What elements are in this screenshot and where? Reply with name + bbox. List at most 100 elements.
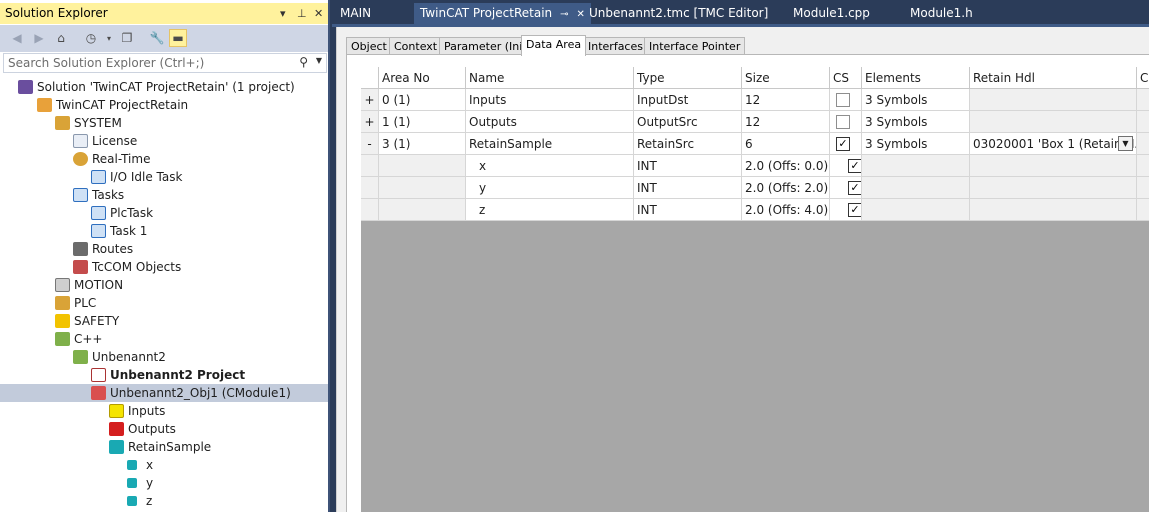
tree-node[interactable]: Outputs xyxy=(0,420,328,438)
tree-node[interactable]: I/O Idle Task xyxy=(0,168,328,186)
document-tab[interactable]: Module1.cpp xyxy=(787,3,876,24)
search-options-dropdown-icon[interactable]: ▼ xyxy=(316,56,322,65)
tree-node[interactable]: RetainSample xyxy=(0,438,328,456)
extra-cell xyxy=(1137,89,1149,111)
row-expander[interactable] xyxy=(361,177,379,199)
properties-wrench-icon[interactable]: 🔧 xyxy=(148,29,166,47)
close-icon[interactable]: ✕ xyxy=(314,3,323,24)
grid-row[interactable]: x INT 2.0 (Offs: 0.0) ✓ xyxy=(361,155,1149,177)
extra-cell xyxy=(1137,111,1149,133)
grid-row[interactable]: -3 (1) RetainSample RetainSrc 6 ✓ 3 Symbols 03… xyxy=(361,133,1149,155)
back-icon[interactable]: ◀ xyxy=(8,29,26,47)
tree-node[interactable]: C++ xyxy=(0,330,328,348)
column-header[interactable]: Area No xyxy=(379,67,466,89)
column-header[interactable]: Type xyxy=(634,67,742,89)
column-header[interactable]: C xyxy=(1137,67,1149,89)
tree-node[interactable]: Real-Time xyxy=(0,150,328,168)
grid-row[interactable]: +0 (1) Inputs InputDst 12 3 Symbols xyxy=(361,89,1149,111)
column-header[interactable]: Name xyxy=(466,67,634,89)
column-header[interactable] xyxy=(361,67,379,89)
dropdown-arrow-icon[interactable]: ▼ xyxy=(1118,136,1133,151)
tree-node[interactable]: y xyxy=(0,474,328,492)
tree-node[interactable]: SYSTEM xyxy=(0,114,328,132)
cs-cell xyxy=(830,89,862,111)
area-no-cell: 3 (1) xyxy=(379,133,466,155)
tree-node[interactable]: x xyxy=(0,456,328,474)
variable-name: x xyxy=(479,159,487,173)
pin-icon[interactable]: ⊥ xyxy=(297,3,307,24)
search-icon[interactable]: ⚲ xyxy=(299,55,308,69)
tree-node-label: PLC xyxy=(74,296,97,310)
row-expander[interactable] xyxy=(361,199,379,221)
tree-node[interactable]: TcCOM Objects xyxy=(0,258,328,276)
area-no-cell xyxy=(379,177,466,199)
tree-node[interactable]: Unbenannt2 xyxy=(0,348,328,366)
tree-node[interactable]: MOTION xyxy=(0,276,328,294)
sub-tab[interactable]: Context xyxy=(389,37,443,55)
tree-node-label: SYSTEM xyxy=(74,116,122,130)
tree-node[interactable]: SAFETY xyxy=(0,312,328,330)
area-no-cell xyxy=(379,199,466,221)
tree-node[interactable]: PlcTask xyxy=(0,204,328,222)
tree-node[interactable]: Unbenannt2 Project xyxy=(0,366,328,384)
tree-node[interactable]: z xyxy=(0,492,328,510)
grid-row[interactable]: z INT 2.0 (Offs: 4.0) ✓ xyxy=(361,199,1149,221)
cs-checkbox[interactable]: ✓ xyxy=(848,181,861,195)
cs-checkbox[interactable] xyxy=(836,93,850,107)
history-icon[interactable]: ◷ xyxy=(82,29,100,47)
sub-tab[interactable]: Object xyxy=(346,37,392,55)
tree-node-label: x xyxy=(146,458,154,472)
cs-checkbox[interactable]: ✓ xyxy=(848,203,861,217)
grid-row[interactable]: +1 (1) Outputs OutputSrc 12 3 Symbols xyxy=(361,111,1149,133)
document-tab[interactable]: MAIN xyxy=(334,3,377,24)
tree-node[interactable]: Solution 'TwinCAT ProjectRetain' (1 proj… xyxy=(0,78,328,96)
extra-cell xyxy=(1137,133,1149,155)
column-header[interactable]: Retain Hdl xyxy=(970,67,1137,89)
column-header[interactable]: CS xyxy=(830,67,862,89)
search-input[interactable] xyxy=(4,54,284,72)
outputs-icon xyxy=(109,422,124,436)
sub-tab[interactable]: Data Area xyxy=(521,35,587,56)
row-expander[interactable]: - xyxy=(361,133,379,155)
tree-node[interactable]: License xyxy=(0,132,328,150)
solution-explorer-title-bar[interactable]: Solution Explorer ▾ ⊥ ✕ xyxy=(0,3,328,24)
document-tab[interactable]: TwinCAT ProjectRetain ⊸ ✕ xyxy=(414,3,591,24)
document-tab[interactable]: Unbenannt2.tmc [TMC Editor] xyxy=(583,3,774,24)
row-expander[interactable]: + xyxy=(361,89,379,111)
row-expander[interactable] xyxy=(361,155,379,177)
tree-node[interactable]: Task 1 xyxy=(0,222,328,240)
cs-checkbox[interactable] xyxy=(836,115,850,129)
solution-explorer-toolbar: ◀ ▶ ⌂ ◷ ▾ ❐ 🔧 ▬ xyxy=(0,25,328,52)
column-header[interactable]: Elements xyxy=(862,67,970,89)
tree-node[interactable]: Tasks xyxy=(0,186,328,204)
cs-checkbox[interactable]: ✓ xyxy=(848,159,861,173)
sub-tab[interactable]: Interfaces xyxy=(583,37,648,55)
area-no-cell xyxy=(379,155,466,177)
cs-checkbox[interactable]: ✓ xyxy=(836,137,850,151)
pin-icon[interactable]: ⊸ xyxy=(560,9,568,20)
tree-node[interactable]: PLC xyxy=(0,294,328,312)
document-tab-label: TwinCAT ProjectRetain xyxy=(420,6,553,20)
cpp-module-icon xyxy=(73,350,88,364)
preview-selected-icon[interactable]: ▬ xyxy=(169,29,187,47)
column-header[interactable]: Size xyxy=(742,67,830,89)
dropdown-arrow-icon[interactable]: ▾ xyxy=(280,3,286,24)
data-area-grid: Area No Name Type Size CS Elements Retain Hdl C… xyxy=(361,67,1149,512)
tree-node[interactable]: TwinCAT ProjectRetain xyxy=(0,96,328,114)
tree-node[interactable]: Inputs xyxy=(0,402,328,420)
grid-row[interactable]: y INT 2.0 (Offs: 2.0) ✓ xyxy=(361,177,1149,199)
row-expander[interactable]: + xyxy=(361,111,379,133)
retain-hdl-cell: 03020001 'Box 1 (Retain H... ▼ xyxy=(970,133,1137,155)
tree-node[interactable]: Unbenannt2_Obj1 (CModule1) xyxy=(0,384,328,402)
extra-cell xyxy=(1137,199,1149,221)
type-cell: RetainSrc xyxy=(634,133,742,155)
history-dropdown-icon[interactable]: ▾ xyxy=(100,29,118,47)
collapse-all-icon[interactable]: ❐ xyxy=(118,29,136,47)
home-icon[interactable]: ⌂ xyxy=(52,29,70,47)
document-tab[interactable]: Module1.h xyxy=(904,3,979,24)
tree-node[interactable]: Routes xyxy=(0,240,328,258)
forward-icon[interactable]: ▶ xyxy=(30,29,48,47)
cs-cell: ✓ xyxy=(830,199,862,221)
sub-tab[interactable]: Interface Pointer xyxy=(644,37,746,55)
variable-icon xyxy=(127,496,137,506)
